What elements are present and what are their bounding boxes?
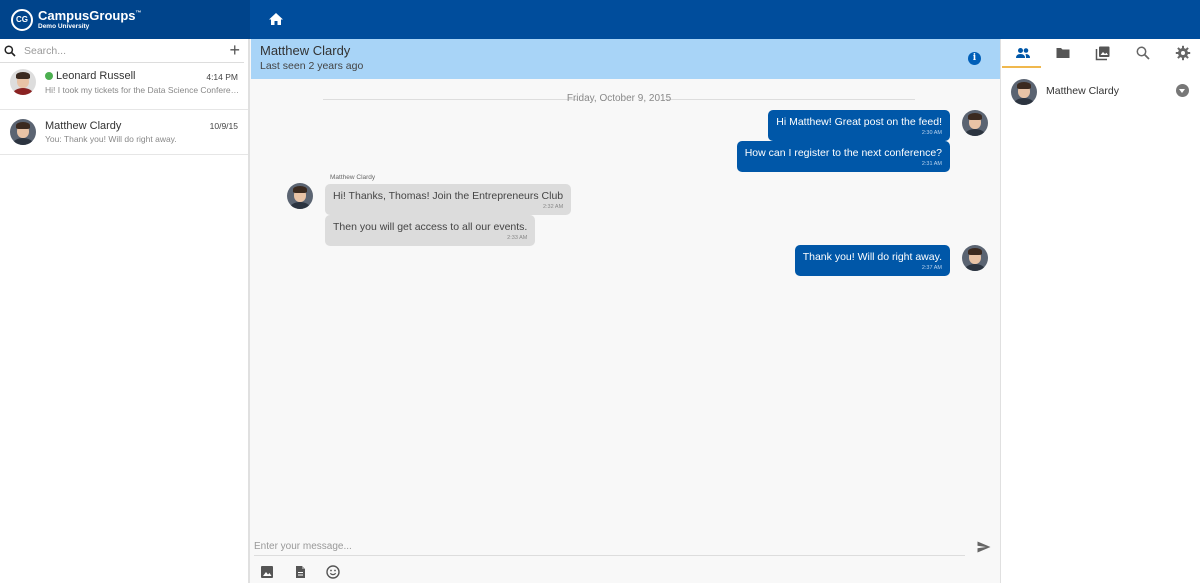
avatar [962,245,988,271]
chat-header: Matthew Clardy Last seen 2 years ago i [251,39,1000,79]
message-bubble-outgoing: How can I register to the next conferenc… [736,141,950,172]
avatar [287,183,313,209]
member-name: Matthew Clardy [1046,85,1119,97]
conversation-item[interactable]: Leonard Russell 4:14 PM Hi! I took my ti… [0,68,248,110]
settings-icon[interactable] [1175,45,1191,61]
message-sender: Matthew Clardy [330,174,376,181]
brand-trademark: ™ [135,10,142,17]
message-text: Hi Matthew! Great post on the feed! [776,116,942,128]
message-bubble-incoming: Then you will get access to all our even… [325,215,536,246]
conversation-item[interactable]: Matthew Clardy 10/9/15 You: Thank you! W… [0,110,248,155]
conversation-time: 4:14 PM [206,72,238,82]
avatar [10,119,36,145]
composer-toolbar [260,565,340,579]
message-text: Thank you! Will do right away. [802,251,942,263]
message-bubble-outgoing: Thank you! Will do right away. 2:37 AM [794,245,950,276]
message-bubble-incoming: Hi! Thanks, Thomas! Join the Entrepreneu… [325,184,572,215]
message-time: 2:33 AM [507,235,528,241]
conversation-preview: You: Thank you! Will do right away. [45,134,177,144]
date-divider-label: Friday, October 9, 2015 [566,93,672,104]
conversations-panel: + Leonard Russell 4:14 PM Hi! I took my … [0,39,250,583]
message-text: Hi! Thanks, Thomas! Join the Entrepreneu… [333,190,564,202]
home-icon[interactable] [266,10,286,28]
message-bubble-outgoing: Hi Matthew! Great post on the feed! 2:30… [768,110,950,141]
chat-title: Matthew Clardy [260,43,351,58]
online-status-icon [45,72,53,80]
conversation-name: Matthew Clardy [45,120,122,132]
brand-name: CampusGroups [38,7,136,23]
member-item[interactable]: Matthew Clardy [1009,79,1194,105]
emoji-icon[interactable] [326,565,340,579]
avatar [10,69,36,95]
message-time: 2:32 AM [542,204,564,210]
info-icon[interactable]: i [968,52,981,65]
chat-panel: Matthew Clardy Last seen 2 years ago i F… [251,39,1000,583]
message-text: How can I register to the next conferenc… [744,147,942,159]
folder-icon[interactable] [1055,45,1071,61]
details-tabs [1001,39,1200,69]
photos-icon[interactable] [1095,45,1111,61]
people-icon[interactable] [1015,45,1031,61]
details-panel: Matthew Clardy [1000,39,1200,583]
conversation-name: Leonard Russell [56,70,136,82]
message-input[interactable] [254,537,965,556]
image-icon[interactable] [260,565,274,579]
chat-status: Last seen 2 years ago [260,60,364,72]
message-composer [254,536,965,556]
conversation-preview: Hi! I took my tickets for the Data Scien… [45,85,240,95]
campusgroups-logo-icon: CG [11,8,33,31]
message-time: 2:31 AM [921,161,942,167]
message-time: 2:37 AM [921,265,942,271]
search-icon[interactable] [1135,45,1151,61]
date-divider: Friday, October 9, 2015 [323,92,915,106]
avatar [1011,79,1037,105]
chevron-down-icon[interactable] [1176,84,1189,97]
message-time: 2:30 AM [921,130,942,136]
conversation-time: 10/9/15 [209,121,238,131]
brand-subtitle: Demo University [38,22,90,30]
active-tab-indicator [1002,66,1041,68]
file-icon[interactable] [293,565,307,579]
search-input[interactable] [24,43,214,59]
send-icon[interactable] [977,541,991,553]
message-text: Then you will get access to all our even… [333,221,528,233]
brand[interactable]: CG CampusGroups™ Demo University [0,0,250,39]
top-bar: CG CampusGroups™ Demo University [0,0,1200,39]
search-icon [4,45,16,57]
avatar [962,110,988,136]
search-bar: + [0,39,244,63]
new-conversation-button[interactable]: + [229,40,240,60]
